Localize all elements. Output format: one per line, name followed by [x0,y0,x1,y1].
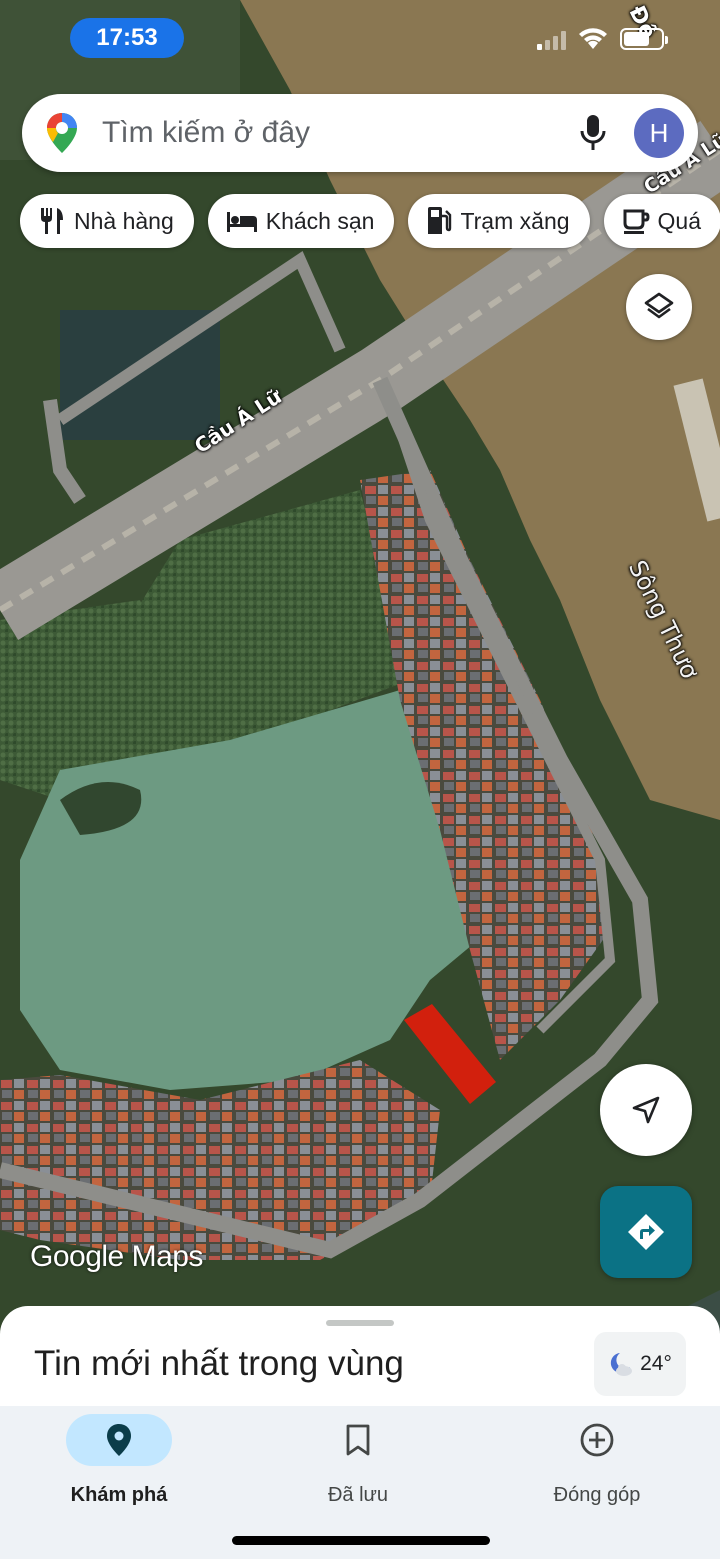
battery-icon [620,28,668,50]
gas-station-icon [428,207,452,234]
microphone-icon[interactable] [578,113,608,153]
restaurant-icon [41,208,63,234]
nav-contribute-label: Đóng góp [553,1484,641,1506]
chip-cafes[interactable]: Quá [603,194,720,248]
account-avatar[interactable]: H [634,108,684,158]
chip-label: Quá [657,207,702,234]
coffee-icon [623,209,650,234]
nav-saved[interactable]: Đã lưu [258,1406,458,1507]
nav-explore[interactable]: Khám phá [19,1406,219,1507]
weather-badge[interactable]: 24° [594,1332,686,1396]
search-input[interactable]: Tìm kiếm ở đây [102,116,578,150]
my-location-button[interactable] [600,1064,692,1156]
wifi-icon [579,28,607,49]
nav-explore-label: Khám phá [70,1484,168,1506]
temperature: 24° [640,1352,672,1375]
chip-gas-stations[interactable]: Trạm xăng [408,194,590,248]
add-circle-icon [580,1423,614,1457]
directions-button[interactable] [600,1186,692,1278]
cellular-signal-icon [537,30,566,50]
nav-saved-pill [305,1414,411,1466]
home-indicator[interactable] [232,1536,490,1545]
bottom-sheet[interactable]: Tin mới nhất trong vùng 24° [0,1306,720,1416]
map-layers-button[interactable] [626,274,692,340]
navigation-arrow-icon [632,1096,660,1124]
location-pin-icon [107,1424,131,1456]
chip-label: Khách sạn [265,207,375,234]
moon-cloud-icon [610,1353,633,1376]
sheet-title: Tin mới nhất trong vùng [34,1344,404,1383]
nav-contribute-pill [544,1414,650,1466]
nav-contribute[interactable]: Đóng góp [497,1406,697,1507]
directions-icon [628,1214,664,1250]
status-time: 17:53 [70,18,184,58]
layers-icon [644,292,674,319]
nav-saved-label: Đã lưu [327,1484,389,1506]
search-bar[interactable]: Tìm kiếm ở đây H [22,94,698,172]
bookmark-icon [346,1424,370,1456]
google-maps-logo: Google Maps [30,1240,203,1273]
hotel-icon [226,212,257,232]
chip-hotels[interactable]: Khách sạn [207,194,395,248]
chip-label: Nhà hàng [74,207,174,234]
chip-restaurants[interactable]: Nhà hàng [20,194,194,248]
category-chips: Nhà hàng Khách sạn Trạm xăng Quá [20,194,720,248]
battery-level [624,32,650,46]
sheet-drag-handle[interactable] [326,1320,394,1326]
google-maps-pin-icon [47,113,77,153]
nav-explore-pill [66,1414,172,1466]
status-icons [537,28,668,50]
chip-label: Trạm xăng [460,207,570,234]
